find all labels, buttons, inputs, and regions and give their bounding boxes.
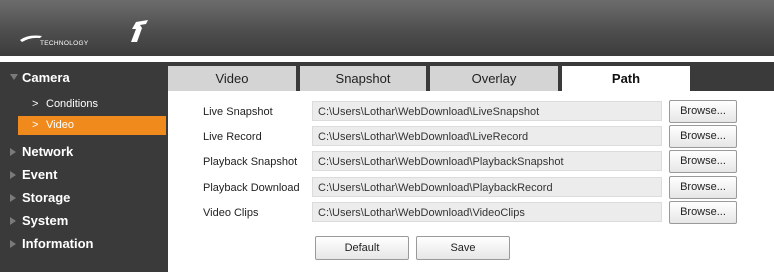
video-clips-browse-button[interactable]: Browse... <box>669 201 737 224</box>
default-button[interactable]: Default <box>315 236 409 260</box>
live-snapshot-label: Live Snapshot <box>203 106 273 118</box>
tab-snapshot[interactable]: Snapshot <box>300 66 426 91</box>
caret-down-icon <box>10 74 18 80</box>
caret-right-icon <box>10 194 16 202</box>
logo-text: TECHNOLOGY <box>40 40 89 47</box>
playback-snapshot-browse-button[interactable]: Browse... <box>669 150 737 173</box>
sidebar-item-video[interactable]: > Video <box>18 116 166 135</box>
playback-download-path-field[interactable]: C:\Users\Lothar\WebDownload\PlaybackReco… <box>312 177 662 197</box>
live-record-path-field[interactable]: C:\Users\Lothar\WebDownload\LiveRecord <box>312 126 662 146</box>
caret-right-icon <box>10 217 16 225</box>
live-snapshot-browse-button[interactable]: Browse... <box>669 100 737 123</box>
sidebar-item-information[interactable]: Information <box>0 235 168 253</box>
brand-logo <box>20 20 148 42</box>
playback-snapshot-path-field[interactable]: C:\Users\Lothar\WebDownload\PlaybackSnap… <box>312 151 662 171</box>
playback-download-label: Playback Download <box>203 182 300 194</box>
live-snapshot-path-field[interactable]: C:\Users\Lothar\WebDownload\LiveSnapshot <box>312 101 662 121</box>
tab-path[interactable]: Path <box>562 66 690 91</box>
caret-right-icon <box>10 148 16 156</box>
live-record-browse-button[interactable]: Browse... <box>669 125 737 148</box>
save-button[interactable]: Save <box>416 236 510 260</box>
live-record-label: Live Record <box>203 131 262 143</box>
sidebar-item-conditions[interactable]: > Conditions <box>16 96 166 115</box>
video-clips-path-field[interactable]: C:\Users\Lothar\WebDownload\VideoClips <box>312 202 662 222</box>
sidebar-item-network[interactable]: Network <box>0 143 168 161</box>
sidebar-item-event[interactable]: Event <box>0 166 168 184</box>
caret-right-icon <box>10 171 16 179</box>
chevron-right-icon: > <box>32 98 39 110</box>
top-header: TECHNOLOGY <box>0 0 774 56</box>
playback-download-browse-button[interactable]: Browse... <box>669 176 737 199</box>
tab-video[interactable]: Video <box>168 66 296 91</box>
chevron-right-icon: > <box>32 119 39 131</box>
sidebar-item-storage[interactable]: Storage <box>0 189 168 207</box>
video-clips-label: Video Clips <box>203 207 259 219</box>
tab-overlay[interactable]: Overlay <box>430 66 558 91</box>
sidebar-item-camera[interactable]: Camera <box>0 69 168 87</box>
sidebar-item-system[interactable]: System <box>0 212 168 230</box>
playback-snapshot-label: Playback Snapshot <box>203 156 298 168</box>
caret-right-icon <box>10 240 16 248</box>
